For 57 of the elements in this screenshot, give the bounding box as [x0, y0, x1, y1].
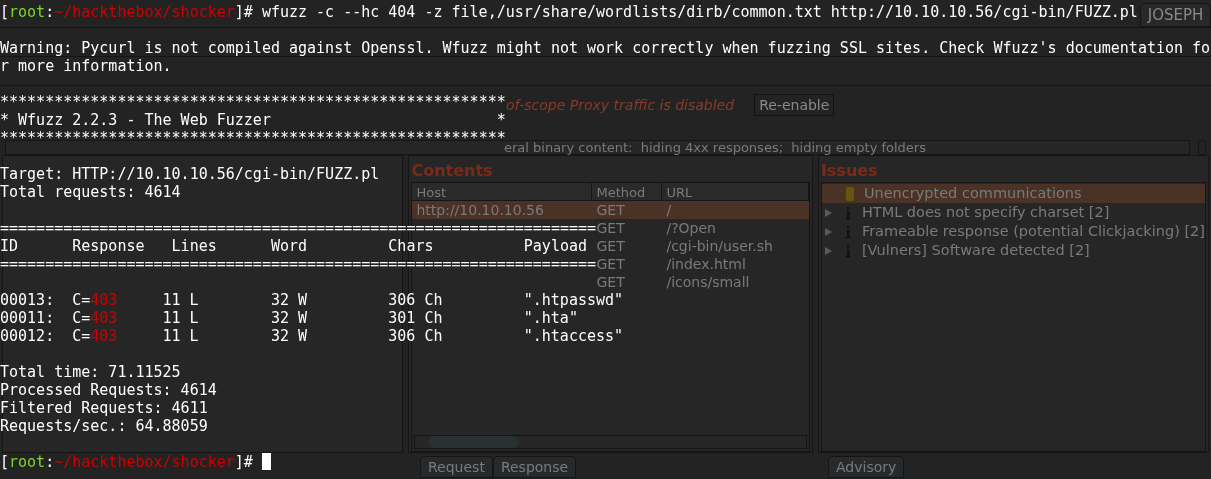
tab[interactable]: Response	[492, 456, 577, 478]
warning-icon	[845, 186, 854, 201]
issue-item[interactable]: Unencrypted communications	[821, 184, 1205, 203]
payload: ".hta"	[523, 309, 578, 327]
output-line: Total requests: 4614	[0, 183, 181, 201]
payload: ".htpasswd"	[523, 291, 624, 309]
shell-prompt: [root:~/hackthebox/shocker]#	[0, 453, 253, 471]
char-count: 301 Ch	[388, 309, 444, 327]
re-enable-button[interactable]: Re-enable	[754, 94, 835, 116]
horizontal-scrollbar[interactable]	[414, 435, 807, 449]
table-cell[interactable]: http://10.10.10.56	[412, 201, 593, 219]
panel-heading: Issues	[820, 160, 879, 182]
output-line: ********************************************************	[0, 93, 506, 111]
issue-label: [Vulners] Software detected [2]	[861, 240, 1090, 260]
word-count: 32 W	[270, 291, 308, 309]
issue-label: HTML does not specify charset [2]	[861, 202, 1110, 222]
scrollbar-thumb[interactable]	[429, 436, 520, 448]
output-line: Filtered Requests: 4611	[0, 399, 208, 417]
payload: ".htaccess"	[523, 327, 624, 345]
tab[interactable]: Advisory	[828, 456, 905, 478]
char-count: 306 Ch	[388, 327, 444, 345]
tab[interactable]: JOSEPH	[1140, 3, 1211, 27]
status-code: C=403	[72, 309, 119, 327]
expand-arrow-icon[interactable]	[824, 246, 832, 255]
result-id: 00011:	[0, 309, 56, 327]
table-cell[interactable]: GET	[592, 201, 663, 219]
filter-bar[interactable]: eral binary content: hiding 4xx responses; hiding empty folders	[5, 140, 1190, 155]
issue-label: Unencrypted communications	[863, 183, 1082, 203]
expand-arrow-icon[interactable]	[824, 227, 832, 236]
line-count: 11 L	[162, 291, 200, 309]
output-line: Warning: Pycurl is not compiled against Openssl. Wfuzz might not work correctly when fuzzing SSL sites. Check Wfuzz's documentation fo	[0, 39, 1211, 57]
char-count: 306 Ch	[388, 291, 444, 309]
status-code: C=403	[72, 291, 119, 309]
expand-arrow-icon[interactable]	[824, 208, 832, 217]
table-cell[interactable]: /	[662, 201, 809, 219]
column-header[interactable]: Method	[592, 183, 663, 200]
panel-heading: Contents	[411, 160, 494, 182]
shell-prompt: [root:~/hackthebox/shocker]#	[0, 3, 253, 21]
line-count: 11 L	[162, 327, 200, 345]
tab[interactable]: Request	[420, 456, 493, 478]
output-line: ID Response Lines Word Chars Payload	[0, 237, 587, 255]
output-line: * Wfuzz 2.2.3 - The Web Fuzzer *	[0, 111, 506, 129]
status-message: of-scope Proxy traffic is disabled	[506, 95, 735, 115]
result-id: 00012:	[0, 327, 56, 345]
word-count: 32 W	[270, 309, 308, 327]
output-line: Total time: 71.11525	[0, 363, 181, 381]
word-count: 32 W	[270, 327, 308, 345]
command-text: wfuzz -c --hc 404 -z file,/usr/share/wordlists/dirb/common.txt http://10.10.10.56/cgi-bin/FUZZ.pl	[261, 3, 1138, 21]
output-line: r more information.	[0, 57, 172, 75]
output-line: Processed Requests: 4614	[0, 381, 217, 399]
column-header[interactable]: Host	[412, 183, 593, 200]
result-id: 00013:	[0, 291, 56, 309]
output-line: Target: HTTP://10.10.10.56/cgi-bin/FUZZ.pl	[0, 165, 380, 183]
column-header[interactable]: URL	[662, 183, 809, 200]
output-line: Requests/sec.: 64.88059	[0, 417, 208, 435]
status-code: C=403	[72, 327, 119, 345]
line-count: 11 L	[162, 309, 200, 327]
